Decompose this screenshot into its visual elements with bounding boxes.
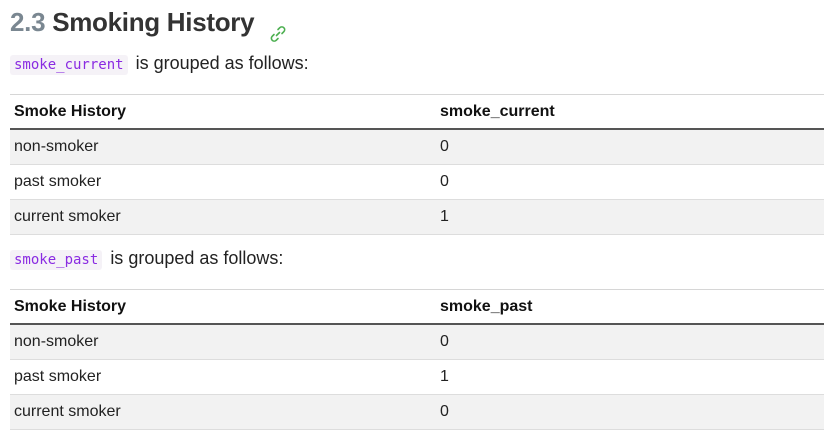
column-header: smoke_current bbox=[436, 94, 824, 130]
variable-code: smoke_past bbox=[10, 250, 103, 270]
table-row: non-smoker 0 bbox=[10, 129, 824, 165]
table-row: past smoker 0 bbox=[10, 164, 824, 200]
smoke-current-table: Smoke History smoke_current non-smoker 0… bbox=[10, 94, 824, 235]
table-cell: 0 bbox=[436, 129, 824, 165]
group-intro: smoke_past is grouped as follows: bbox=[10, 239, 824, 277]
table-cell: 1 bbox=[436, 199, 824, 235]
table-row: past smoker 1 bbox=[10, 359, 824, 395]
document-content: 2.3 Smoking History smoke_current is gro… bbox=[10, 0, 824, 430]
variable-code: smoke_current bbox=[10, 55, 128, 75]
table-row: current smoker 1 bbox=[10, 199, 824, 235]
table-cell: past smoker bbox=[10, 359, 436, 395]
intro-text: is grouped as follows: bbox=[135, 53, 309, 73]
column-header: Smoke History bbox=[10, 94, 436, 130]
section-number: 2.3 bbox=[10, 7, 46, 37]
smoke-past-table: Smoke History smoke_past non-smoker 0 pa… bbox=[10, 289, 824, 430]
intro-text: is grouped as follows: bbox=[110, 248, 284, 268]
table-cell: 1 bbox=[436, 359, 824, 395]
table-cell: non-smoker bbox=[10, 324, 436, 360]
section-heading: 2.3 Smoking History bbox=[10, 0, 824, 44]
table-header-row: Smoke History smoke_current bbox=[10, 94, 824, 130]
table-header-row: Smoke History smoke_past bbox=[10, 289, 824, 325]
group-intro: smoke_current is grouped as follows: bbox=[10, 44, 824, 82]
table-cell: 0 bbox=[436, 324, 824, 360]
section-title: Smoking History bbox=[52, 7, 255, 37]
link-icon[interactable] bbox=[269, 12, 287, 43]
table-cell: current smoker bbox=[10, 199, 436, 235]
table-cell: 0 bbox=[436, 164, 824, 200]
table-cell: non-smoker bbox=[10, 129, 436, 165]
table-row: current smoker 0 bbox=[10, 394, 824, 430]
column-header: Smoke History bbox=[10, 289, 436, 325]
table-cell: current smoker bbox=[10, 394, 436, 430]
table-cell: 0 bbox=[436, 394, 824, 430]
table-row: non-smoker 0 bbox=[10, 324, 824, 360]
column-header: smoke_past bbox=[436, 289, 824, 325]
table-cell: past smoker bbox=[10, 164, 436, 200]
